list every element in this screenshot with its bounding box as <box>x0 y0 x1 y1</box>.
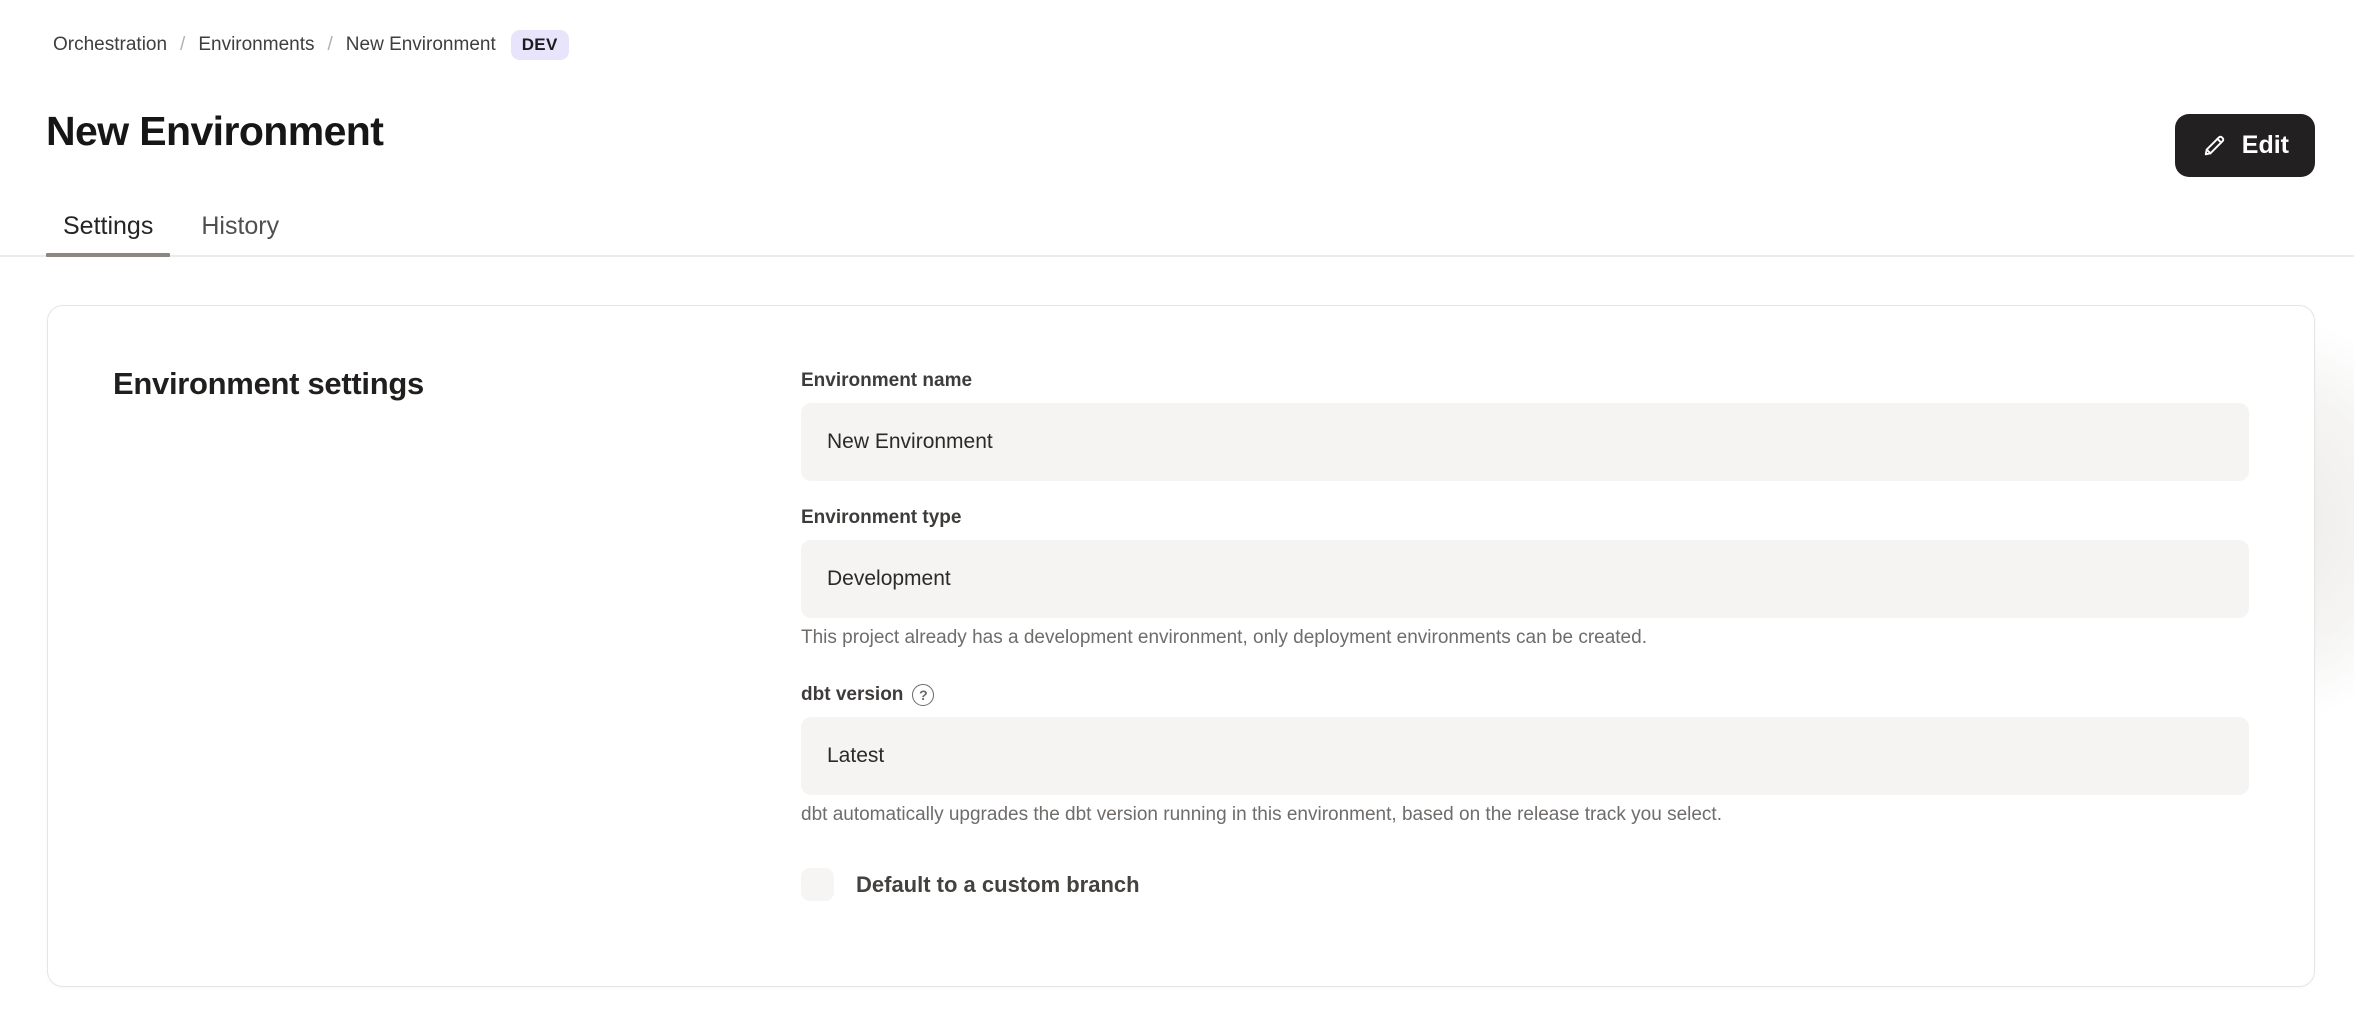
edit-button-label: Edit <box>2242 131 2289 160</box>
custom-branch-checkbox[interactable] <box>801 868 834 901</box>
environment-type-helper-text: This project already has a development e… <box>801 627 2249 649</box>
edit-button[interactable]: Edit <box>2175 114 2315 177</box>
breadcrumb-item-environments[interactable]: Environments <box>198 34 314 56</box>
dbt-version-label: dbt version <box>801 684 903 706</box>
dbt-version-helper-text: dbt automatically upgrades the dbt versi… <box>801 804 2249 826</box>
environment-type-field: Environment type Development This projec… <box>801 507 2249 649</box>
environment-dev-badge: DEV <box>511 30 569 60</box>
environment-settings-card: Environment settings Environment name Ne… <box>47 305 2315 987</box>
card-heading: Environment settings <box>113 366 424 402</box>
environment-name-field: Environment name New Environment <box>801 370 2249 481</box>
dbt-version-field: dbt version ? Latest dbt automatically u… <box>801 684 2249 826</box>
breadcrumb: Orchestration / Environments / New Envir… <box>53 30 569 60</box>
environment-type-input[interactable]: Development <box>801 540 2249 618</box>
custom-branch-checkbox-label: Default to a custom branch <box>856 872 1140 898</box>
custom-branch-checkbox-row[interactable]: Default to a custom branch <box>801 868 2249 901</box>
dbt-version-input[interactable]: Latest <box>801 717 2249 795</box>
breadcrumb-separator: / <box>328 34 333 56</box>
help-icon[interactable]: ? <box>912 684 934 706</box>
pencil-icon <box>2201 132 2228 159</box>
tab-settings[interactable]: Settings <box>46 198 170 255</box>
page-title: New Environment <box>46 108 383 155</box>
tab-bar: Settings History <box>0 198 2354 257</box>
environment-type-label: Environment type <box>801 507 2249 529</box>
breadcrumb-item-new-environment[interactable]: New Environment <box>346 34 496 56</box>
tab-history[interactable]: History <box>184 198 296 255</box>
environment-name-input[interactable]: New Environment <box>801 403 2249 481</box>
breadcrumb-item-orchestration[interactable]: Orchestration <box>53 34 167 56</box>
environment-settings-form: Environment name New Environment Environ… <box>801 370 2249 901</box>
environment-name-label: Environment name <box>801 370 2249 392</box>
breadcrumb-separator: / <box>180 34 185 56</box>
